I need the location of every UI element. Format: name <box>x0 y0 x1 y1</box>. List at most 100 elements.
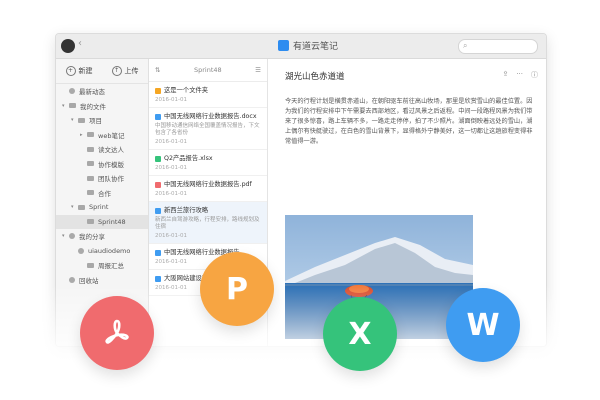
share-icon <box>69 233 75 240</box>
sidebar-item-label: uiaudiodemo <box>88 246 131 255</box>
list-item[interactable]: 这是一个文件夹 2016-01-01 <box>149 82 267 108</box>
expand-arrow-icon[interactable]: ▾ <box>71 204 78 210</box>
app-logo-icon <box>278 40 289 51</box>
folder-icon <box>69 103 76 109</box>
folder-icon <box>87 190 94 196</box>
sidebar-actions: + 新建 ↑ 上传 <box>56 59 148 84</box>
folder-icon <box>78 204 85 210</box>
list-item-date: 2016-01-01 <box>155 97 187 103</box>
sidebar-item-label: 协作模版 <box>98 160 124 169</box>
sidebar-item[interactable]: ▾ 我的文件 <box>56 99 148 114</box>
expand-arrow-icon[interactable]: ▾ <box>62 233 69 239</box>
info-icon[interactable]: ⓘ <box>531 70 538 80</box>
doc-file-icon: W <box>446 288 520 362</box>
list-header: ⇅ Sprint48 ☰ <box>149 59 267 82</box>
sidebar-item[interactable]: ▾ Sprint <box>56 200 148 215</box>
sidebar-item[interactable]: 周报汇总 <box>56 258 148 273</box>
folder-icon <box>87 132 94 138</box>
sidebar-item[interactable]: Sprint48 <box>56 214 148 229</box>
sidebar-item-label: 团队协作 <box>98 175 124 184</box>
file-type-icon <box>155 250 161 256</box>
file-type-icon <box>155 276 161 282</box>
list-item-date: 2016-01-01 <box>155 139 187 145</box>
sort-icon[interactable]: ⇅ <box>155 66 160 74</box>
new-button[interactable]: + 新建 <box>56 66 102 76</box>
expand-arrow-icon[interactable]: ▸ <box>80 132 87 138</box>
folder-icon <box>87 146 94 152</box>
acrobat-icon <box>105 319 129 344</box>
list-item[interactable]: 新西兰旅行攻略 新西兰自驾游攻略，行程安排，路线规划及住宿 2016-01-01 <box>149 202 267 244</box>
trash-icon <box>69 276 75 283</box>
folder-icon <box>87 219 94 225</box>
share-icon[interactable]: ⇪ <box>502 70 508 80</box>
list-item-snippet: 中国移动通信网络全国覆盖情况报告，下文包含了各省份 <box>155 123 260 136</box>
app-title: 有道云笔记 <box>278 39 338 52</box>
ppt-file-icon: P <box>200 252 274 326</box>
folder-icon <box>87 161 94 167</box>
list-item-snippet: 新西兰自驾游攻略，行程安排，路线规划及住宿 <box>155 217 260 230</box>
file-type-icon <box>155 114 161 120</box>
list-item-title: 中国无线网络行业数据报告.docx <box>164 113 257 120</box>
xls-file-icon: X <box>323 297 397 371</box>
folder-selector[interactable]: Sprint48 <box>194 66 222 74</box>
sidebar-item-label: 回收站 <box>79 276 99 285</box>
sidebar-item[interactable]: 最新动态 <box>56 84 148 99</box>
file-type-icon <box>155 208 161 214</box>
list-item-title-row: 中国无线网络行业数据报告.docx <box>155 113 261 121</box>
avatar[interactable] <box>61 39 75 53</box>
file-type-icon <box>155 182 161 188</box>
list-item[interactable]: Q2产品报告.xlsx 2016-01-01 <box>149 150 267 176</box>
list-item-date: 2016-01-01 <box>155 165 187 171</box>
folder-icon <box>87 262 94 268</box>
share-icon <box>78 247 84 254</box>
sidebar-item[interactable]: ▾ 项目 <box>56 113 148 128</box>
back-arrow-icon[interactable]: ‹ <box>78 38 82 49</box>
title-bar: ‹ 有道云笔记 ⌕ <box>56 34 546 59</box>
folder-icon <box>87 175 94 181</box>
file-type-icon <box>155 88 161 94</box>
list-view-icon[interactable]: ☰ <box>255 66 261 74</box>
search-icon: ⌕ <box>463 41 468 50</box>
list-item-title: 中国无线网络行业数据报告.pdf <box>164 181 252 188</box>
sidebar-item-label: Sprint48 <box>98 217 126 226</box>
sidebar-item-label: web笔记 <box>98 131 125 140</box>
file-type-icon <box>155 156 161 162</box>
sidebar-item-label: 读文达人 <box>98 146 124 155</box>
list-item-title: 新西兰旅行攻略 <box>164 207 209 214</box>
expand-arrow-icon[interactable]: ▾ <box>62 103 69 109</box>
list-item[interactable]: 中国无线网络行业数据报告.pdf 2016-01-01 <box>149 176 267 202</box>
sidebar-item-label: 合作 <box>98 189 111 198</box>
note-toolbar: ⇪ ··· ⓘ <box>502 70 538 80</box>
sidebar-tree: 最新动态 ▾ 我的文件 ▾ 项目 ▸ web笔记 读文达人 协作模版 团队协作 合作 ▾ Sprint S… <box>56 84 148 287</box>
new-button-label: 新建 <box>78 67 93 75</box>
sidebar-item-label: 周报汇总 <box>98 262 124 271</box>
upload-button-label: 上传 <box>124 67 139 75</box>
sidebar-item[interactable]: ▾ 我的分享 <box>56 229 148 244</box>
note-body[interactable]: 今天的行程计划是横贯赤道山，在朝阳驱车前往高山牧场，那里是欣赏雪山的最佳位置。因… <box>285 97 533 147</box>
sidebar-item-label: 我的文件 <box>80 102 106 111</box>
plus-icon: + <box>65 66 76 76</box>
sidebar-item[interactable]: uiaudiodemo <box>56 244 148 259</box>
sidebar-item[interactable]: ▸ web笔记 <box>56 128 148 143</box>
sidebar-item[interactable]: 读文达人 <box>56 142 148 157</box>
list-item-title-row: 新西兰旅行攻略 <box>155 207 261 215</box>
sidebar-item-label: Sprint <box>89 203 109 212</box>
sidebar-item-label: 最新动态 <box>79 88 105 97</box>
sidebar-item[interactable]: 团队协作 <box>56 171 148 186</box>
folder-icon <box>78 117 85 123</box>
more-icon[interactable]: ··· <box>516 70 523 80</box>
list-item-title-row: Q2产品报告.xlsx <box>155 155 261 163</box>
pdf-file-icon <box>80 296 154 370</box>
upload-button[interactable]: ↑ 上传 <box>102 66 148 76</box>
search-input[interactable]: ⌕ <box>458 39 538 54</box>
list-item-title-row: 中国无线网络行业数据报告.pdf <box>155 181 261 189</box>
app-title-text: 有道云笔记 <box>293 42 339 52</box>
sidebar-item[interactable]: 协作模版 <box>56 157 148 172</box>
sidebar-item[interactable]: 合作 <box>56 186 148 201</box>
expand-arrow-icon[interactable]: ▾ <box>71 117 78 123</box>
list-item[interactable]: 中国无线网络行业数据报告.docx 中国移动通信网络全国覆盖情况报告，下文包含了各… <box>149 108 267 150</box>
list-item-title: 这是一个文件夹 <box>164 87 209 94</box>
upload-icon: ↑ <box>111 66 122 76</box>
note-title[interactable]: 湖光山色赤道道 <box>285 70 345 82</box>
list-item-title-row: 这是一个文件夹 <box>155 87 261 95</box>
